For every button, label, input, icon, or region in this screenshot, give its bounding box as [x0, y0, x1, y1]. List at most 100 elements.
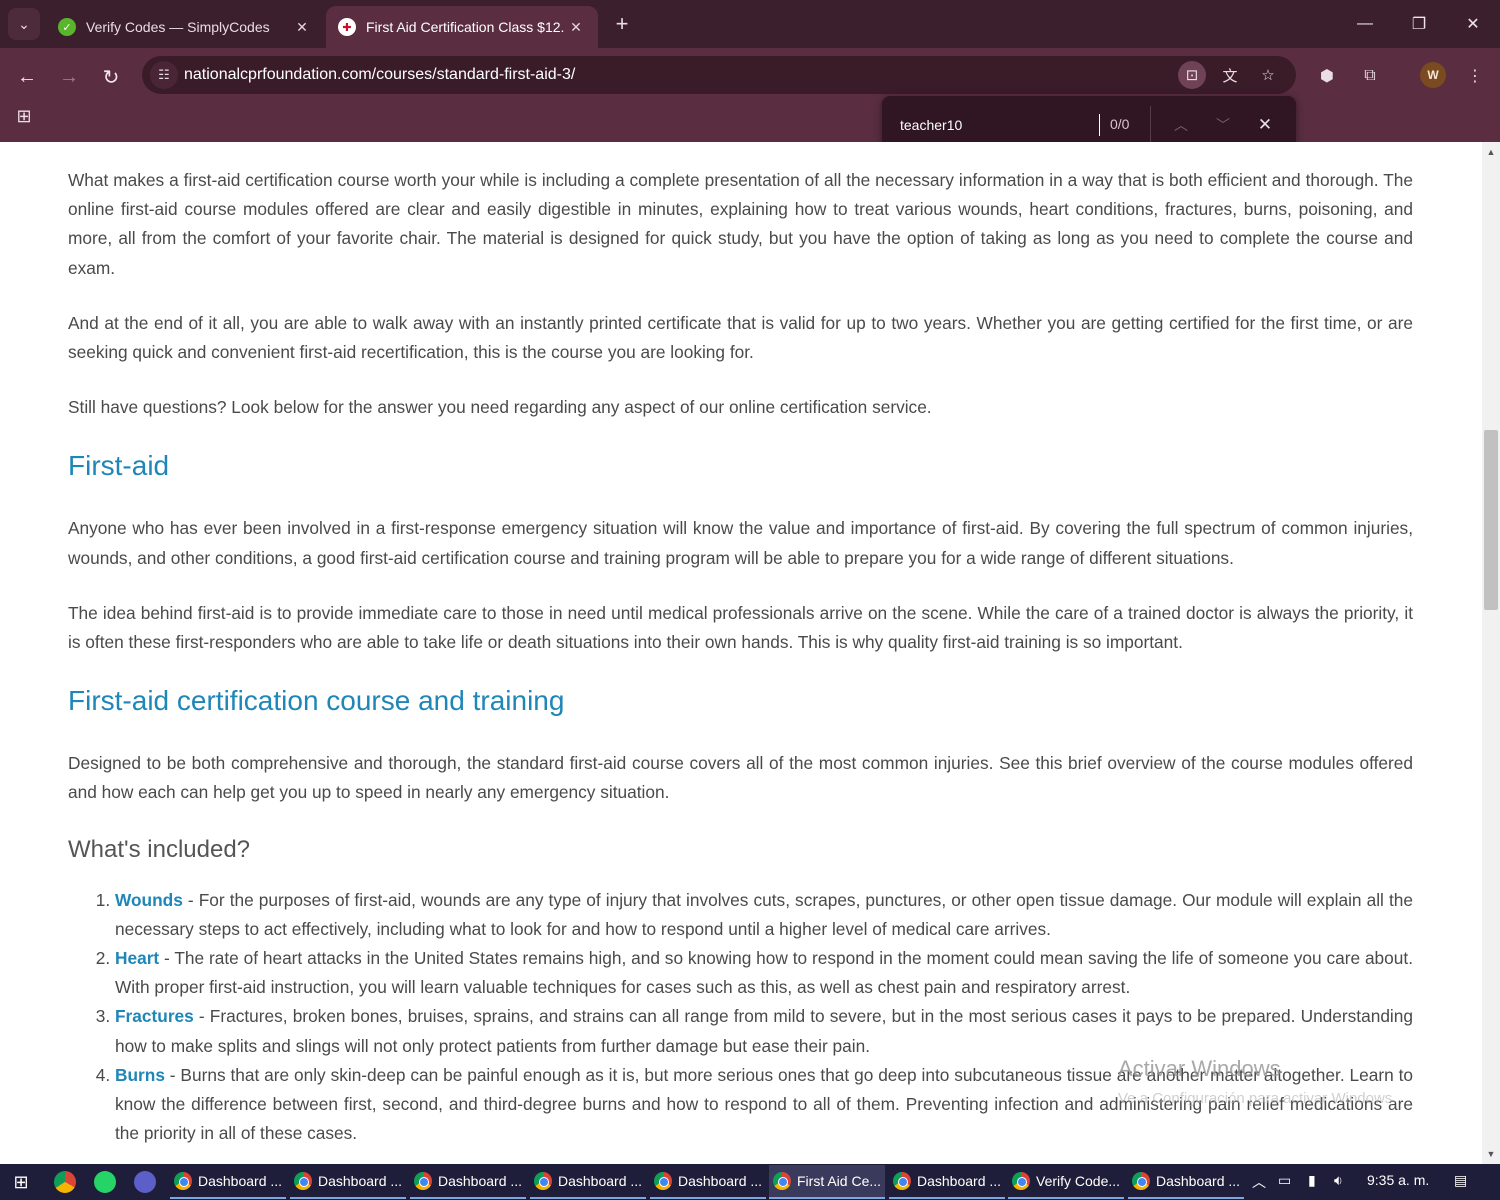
- close-window-icon[interactable]: ✕: [1446, 0, 1500, 48]
- chrome-icon: [294, 1172, 312, 1190]
- chrome-icon: [893, 1172, 911, 1190]
- menu-kebab-icon[interactable]: ⋮: [1461, 62, 1489, 90]
- taskbar-window-active[interactable]: First Aid Ce...: [769, 1165, 885, 1199]
- tab-title: Verify Codes — SimplyCodes: [86, 19, 270, 35]
- tab-first-aid[interactable]: ✚ First Aid Certification Class $12. ✕: [326, 6, 598, 48]
- heading-course-training: First-aid certification course and train…: [68, 685, 565, 717]
- cpr-foundation-favicon-icon: ✚: [338, 18, 356, 36]
- apps-grid-icon[interactable]: ⊞: [12, 104, 36, 128]
- article-content: What makes a first-aid certification cou…: [68, 166, 1413, 1148]
- app-pinned-icon[interactable]: [134, 1171, 156, 1193]
- taskbar-window[interactable]: Dashboard ...: [1128, 1165, 1244, 1199]
- taskbar-window-label: Verify Code...: [1036, 1173, 1121, 1189]
- taskbar-window-label: Dashboard ...: [558, 1173, 643, 1189]
- heading-whats-included: What's included?: [68, 835, 251, 863]
- taskbar-window-label: Dashboard ...: [318, 1173, 403, 1189]
- chrome-pinned-icon[interactable]: [54, 1171, 76, 1193]
- scrollbar-thumb[interactable]: [1484, 430, 1498, 610]
- find-close-icon[interactable]: ✕: [1252, 112, 1278, 138]
- translate-icon[interactable]: 文: [1216, 61, 1244, 89]
- list-item: Heart - The rate of heart attacks in the…: [115, 944, 1413, 1002]
- taskbar-window[interactable]: Dashboard ...: [530, 1165, 646, 1199]
- windows-start-icon[interactable]: ⊞: [8, 1170, 34, 1194]
- taskbar-window[interactable]: Dashboard ...: [290, 1165, 406, 1199]
- page-viewport: What makes a first-aid certification cou…: [0, 142, 1482, 1164]
- module-text: - For the purposes of first-aid, wounds …: [115, 889, 1413, 939]
- module-text: - Fractures, broken bones, bruises, spra…: [115, 1006, 1413, 1056]
- extensions-puzzle-icon[interactable]: ⧉: [1356, 62, 1384, 90]
- find-match-count: 0/0: [1110, 116, 1130, 132]
- windows-activation-watermark: Activar Windows: [1118, 1056, 1281, 1081]
- windows-taskbar: ⊞ Dashboard ... Dashboard ... Dashboard …: [0, 1164, 1500, 1200]
- find-next-chevron-down-icon[interactable]: ﹀: [1210, 112, 1236, 138]
- url-text[interactable]: nationalcprfoundation.com/courses/standa…: [184, 66, 575, 84]
- clock[interactable]: 9:35 a. m.: [1367, 1172, 1429, 1188]
- chrome-icon: [1132, 1172, 1150, 1190]
- taskbar-window[interactable]: Verify Code...: [1008, 1165, 1124, 1199]
- chrome-icon: [534, 1172, 552, 1190]
- chrome-icon: [654, 1172, 672, 1190]
- battery-icon[interactable]: ▮: [1308, 1172, 1316, 1189]
- taskbar-window[interactable]: Dashboard ...: [889, 1165, 1005, 1199]
- taskbar-window-label: Dashboard ...: [1156, 1173, 1241, 1189]
- first-aid-paragraph: Anyone who has ever been involved in a f…: [68, 518, 1413, 568]
- find-input[interactable]: [900, 114, 1100, 136]
- course-paragraph: Designed to be both comprehensive and th…: [68, 753, 1413, 803]
- tray-chevron-up-icon[interactable]: ︿: [1252, 1172, 1266, 1192]
- scroll-up-arrow-icon[interactable]: ▲: [1482, 144, 1500, 160]
- network-icon[interactable]: ▭: [1278, 1172, 1291, 1189]
- notifications-icon[interactable]: ▤: [1454, 1172, 1467, 1189]
- chrome-icon: [773, 1172, 791, 1190]
- module-term[interactable]: Heart: [115, 948, 159, 968]
- restore-icon[interactable]: ❐: [1392, 0, 1446, 48]
- module-text: - The rate of heart attacks in the Unite…: [115, 948, 1413, 998]
- bookmark-star-icon[interactable]: ☆: [1254, 61, 1282, 89]
- module-term[interactable]: Burns: [115, 1065, 165, 1085]
- minimize-icon[interactable]: —: [1338, 0, 1392, 48]
- tab-strip: ⌄ ✓ Verify Codes — SimplyCodes ✕ ✚ First…: [0, 0, 1500, 48]
- find-previous-chevron-up-icon[interactable]: ︿: [1168, 112, 1194, 138]
- whatsapp-pinned-icon[interactable]: [94, 1171, 116, 1193]
- intro-paragraph: And at the end of it all, you are able t…: [68, 312, 1413, 363]
- chrome-icon: [414, 1172, 432, 1190]
- list-item: Fractures - Fractures, broken bones, bru…: [115, 1002, 1413, 1060]
- page-scrollbar[interactable]: ▲ ▼: [1482, 142, 1500, 1164]
- taskbar-window-label: First Aid Ce...: [797, 1173, 882, 1189]
- module-term[interactable]: Fractures: [115, 1006, 194, 1026]
- list-item: Wounds - For the purposes of first-aid, …: [115, 886, 1413, 944]
- volume-icon[interactable]: 🔉︎: [1334, 1172, 1343, 1189]
- first-aid-paragraph: The idea behind first-aid is to provide …: [68, 602, 1413, 653]
- simplycodes-favicon-icon: ✓: [58, 18, 76, 36]
- site-settings-icon[interactable]: ☷: [150, 61, 178, 89]
- scroll-down-arrow-icon[interactable]: ▼: [1482, 1146, 1500, 1162]
- taskbar-window-label: Dashboard ...: [678, 1173, 763, 1189]
- chrome-icon: [174, 1172, 192, 1190]
- extension-icon[interactable]: ⬢: [1313, 62, 1341, 90]
- forward-arrow-icon[interactable]: →: [52, 60, 86, 94]
- taskbar-window[interactable]: Dashboard ...: [650, 1165, 766, 1199]
- find-divider: [1150, 106, 1151, 144]
- taskbar-window-label: Dashboard ...: [438, 1173, 523, 1189]
- reload-icon[interactable]: ↻: [94, 60, 128, 94]
- profile-avatar[interactable]: W: [1420, 62, 1446, 88]
- intro-paragraph: What makes a first-aid certification cou…: [68, 170, 1413, 278]
- modules-list: Wounds - For the purposes of first-aid, …: [115, 886, 1413, 1149]
- tab-search-chevron-icon[interactable]: ⌄: [8, 8, 40, 40]
- taskbar-window-label: Dashboard ...: [917, 1173, 1002, 1189]
- new-tab-button[interactable]: +: [608, 10, 636, 38]
- windows-activation-subtitle: Ve a Configuración para activar Windows.: [1118, 1090, 1397, 1107]
- heading-first-aid: First-aid: [68, 450, 170, 482]
- tab-close-icon[interactable]: ✕: [292, 19, 312, 36]
- intro-paragraph: Still have questions? Look below for the…: [68, 397, 932, 418]
- back-arrow-icon[interactable]: ←: [10, 60, 44, 94]
- taskbar-window[interactable]: Dashboard ...: [410, 1165, 526, 1199]
- tab-title: First Aid Certification Class $12.: [366, 19, 565, 35]
- address-bar[interactable]: ☷ nationalcprfoundation.com/courses/stan…: [142, 56, 1296, 94]
- taskbar-window[interactable]: Dashboard ...: [170, 1165, 286, 1199]
- module-term[interactable]: Wounds: [115, 890, 183, 910]
- lens-search-icon[interactable]: ⊡: [1178, 61, 1206, 89]
- taskbar-window-label: Dashboard ...: [198, 1173, 283, 1189]
- tab-verify-codes[interactable]: ✓ Verify Codes — SimplyCodes ✕: [46, 6, 324, 48]
- chrome-icon: [1012, 1172, 1030, 1190]
- tab-close-icon[interactable]: ✕: [566, 19, 586, 36]
